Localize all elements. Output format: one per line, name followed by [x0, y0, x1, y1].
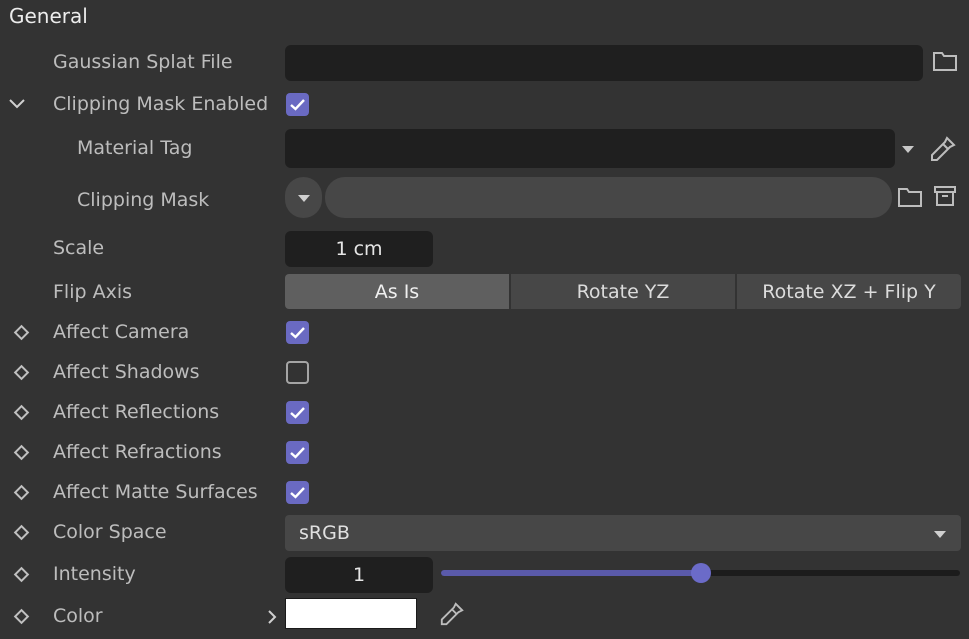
intensity-input[interactable]: 1	[285, 557, 433, 593]
keyframe-diamond-icon[interactable]	[13, 364, 30, 381]
keyframe-diamond-icon[interactable]	[13, 524, 30, 541]
color-space-select[interactable]: sRGB	[285, 515, 961, 551]
affect-refractions-label: Affect Refractions	[53, 441, 222, 463]
clipping-mask-label: Clipping Mask	[77, 189, 210, 211]
keyframe-diamond-icon[interactable]	[13, 484, 30, 501]
flip-axis-option-rotate-yz[interactable]: Rotate YZ	[511, 274, 735, 309]
checkmark-icon	[290, 99, 305, 111]
color-space-value: sRGB	[299, 522, 350, 544]
scale-label: Scale	[53, 237, 105, 259]
affect-shadows-checkbox[interactable]	[286, 361, 309, 384]
chevron-right-icon[interactable]	[266, 609, 278, 625]
eyedropper-icon[interactable]	[439, 601, 465, 627]
flip-axis-option-as-is[interactable]: As Is	[285, 274, 509, 309]
dropdown-arrow-icon[interactable]	[901, 145, 915, 154]
clipping-mask-input[interactable]	[325, 177, 892, 218]
affect-shadows-label: Affect Shadows	[53, 361, 200, 383]
keyframe-diamond-icon[interactable]	[13, 566, 30, 583]
dropdown-arrow-icon	[934, 531, 946, 538]
scale-input[interactable]: 1 cm	[285, 231, 433, 267]
clipping-mask-enabled-checkbox[interactable]	[286, 93, 309, 116]
color-label: Color	[53, 605, 103, 627]
material-tag-label: Material Tag	[77, 137, 193, 159]
color-space-label: Color Space	[53, 521, 167, 543]
dropdown-arrow-icon	[298, 195, 310, 202]
folder-icon[interactable]	[932, 50, 958, 72]
keyframe-diamond-icon[interactable]	[13, 608, 30, 625]
keyframe-diamond-icon[interactable]	[13, 324, 30, 341]
flip-axis-label: Flip Axis	[53, 281, 133, 303]
clipping-mask-enabled-label: Clipping Mask Enabled	[53, 93, 269, 115]
intensity-slider-thumb[interactable]	[690, 563, 711, 583]
keyframe-diamond-icon[interactable]	[13, 404, 30, 421]
section-title: General	[9, 4, 88, 28]
checkmark-icon	[290, 487, 305, 499]
chevron-down-icon[interactable]	[8, 95, 26, 113]
affect-reflections-checkbox[interactable]	[286, 401, 309, 424]
affect-camera-checkbox[interactable]	[286, 321, 309, 344]
gaussian-splat-file-label: Gaussian Splat File	[53, 51, 233, 73]
affect-matte-surfaces-label: Affect Matte Surfaces	[53, 481, 258, 503]
affect-refractions-checkbox[interactable]	[286, 441, 309, 464]
intensity-label: Intensity	[53, 563, 136, 585]
affect-camera-label: Affect Camera	[53, 321, 190, 343]
archive-box-icon[interactable]	[933, 184, 957, 208]
material-tag-input[interactable]	[285, 129, 895, 168]
intensity-slider-fill	[441, 570, 701, 576]
keyframe-diamond-icon[interactable]	[13, 444, 30, 461]
gaussian-splat-file-input[interactable]	[285, 45, 923, 81]
affect-reflections-label: Affect Reflections	[53, 401, 220, 423]
folder-icon[interactable]	[897, 186, 923, 208]
checkmark-icon	[290, 327, 305, 339]
affect-matte-surfaces-checkbox[interactable]	[286, 481, 309, 504]
checkmark-icon	[290, 407, 305, 419]
clipping-mask-dropdown-button[interactable]	[285, 177, 322, 218]
flip-axis-option-rotate-xz-flip-y[interactable]: Rotate XZ + Flip Y	[737, 274, 961, 309]
eyedropper-icon[interactable]	[929, 135, 957, 163]
color-swatch[interactable]	[285, 598, 417, 629]
checkmark-icon	[290, 447, 305, 459]
